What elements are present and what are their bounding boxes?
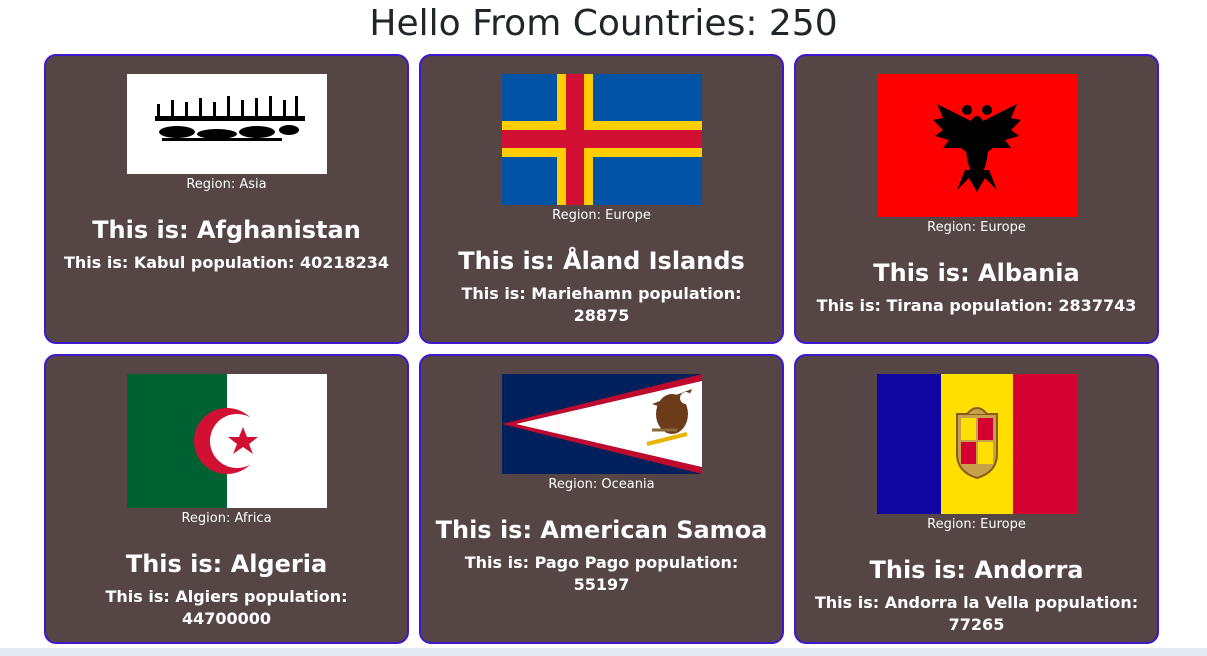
aland-islands-flag-icon (501, 74, 702, 205)
american-samoa-flag-icon (501, 374, 702, 474)
country-card[interactable]: Region: Asia This is: Afghanistan This i… (44, 54, 409, 344)
country-card[interactable]: Region: Europe This is: Andorra This is:… (794, 354, 1159, 644)
capital-population: This is: Mariehamn population: 28875 (461, 284, 742, 325)
country-grid: Region: Asia This is: Afghanistan This i… (44, 54, 1159, 644)
capital-population: This is: Andorra la Vella population: 77… (814, 593, 1139, 634)
capital-population: This is: Pago Pago population: 55197 (464, 553, 739, 594)
region-label: Region: Africa (181, 511, 272, 526)
capital-population: This is: Kabul population: 40218234 (63, 253, 390, 272)
capital-population: This is: Algiers population: 44700000 (105, 587, 348, 628)
algeria-flag-icon (126, 374, 327, 508)
region-label: Region: Asia (186, 177, 267, 192)
region-label: Region: Oceania (548, 477, 655, 492)
capital-population: This is: Tirana population: 2837743 (816, 296, 1137, 315)
window-bottom-strip (0, 648, 1207, 656)
country-card[interactable]: Region: Europe This is: Albania This is:… (794, 54, 1159, 344)
albania-flag-icon (876, 74, 1077, 217)
country-name: This is: Åland Islands (458, 247, 745, 275)
country-name: This is: Albania (873, 259, 1080, 287)
country-card[interactable]: Region: Africa This is: Algeria This is:… (44, 354, 409, 644)
country-name: This is: American Samoa (435, 516, 768, 544)
country-card[interactable]: Region: Oceania This is: American Samoa … (419, 354, 784, 644)
country-card[interactable]: Region: Europe This is: Åland Islands Th… (419, 54, 784, 344)
region-label: Region: Europe (927, 517, 1026, 532)
region-label: Region: Europe (927, 220, 1026, 235)
page-title: Hello From Countries: 250 (369, 3, 838, 44)
andorra-flag-icon (876, 374, 1077, 514)
region-label: Region: Europe (552, 208, 651, 223)
country-name: This is: Algeria (125, 550, 328, 578)
country-name: This is: Afghanistan (92, 216, 361, 244)
country-name: This is: Andorra (869, 556, 1084, 584)
afghanistan-flag-icon (126, 74, 327, 174)
